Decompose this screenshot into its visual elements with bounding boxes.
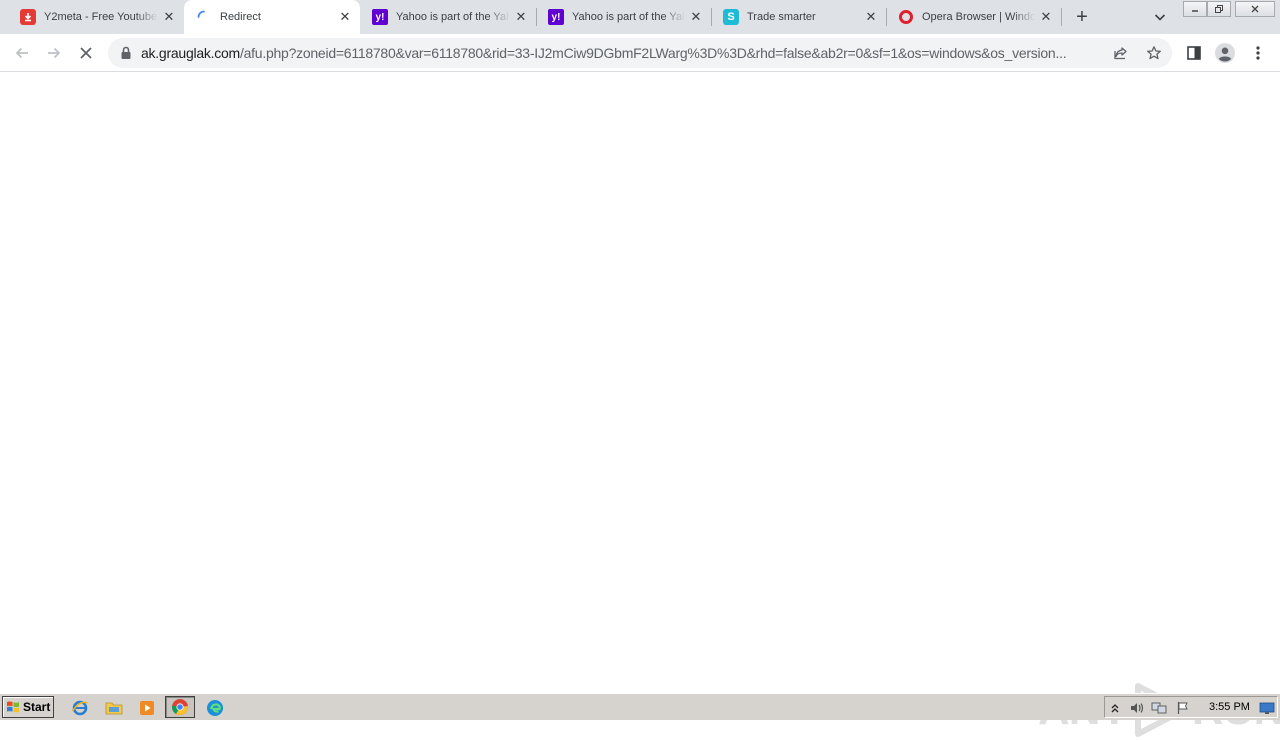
network-icon[interactable] [1151, 700, 1167, 716]
tab-separator [1061, 8, 1062, 26]
url-host: ak.grauglak.com [141, 45, 240, 61]
new-tab-button[interactable]: + [1073, 7, 1091, 27]
folder-icon[interactable] [104, 698, 124, 718]
close-icon[interactable]: ✕ [864, 10, 878, 24]
ie-icon[interactable] [70, 698, 90, 718]
volume-icon[interactable] [1129, 700, 1145, 716]
chrome-icon[interactable] [165, 696, 195, 718]
yahoo-icon: y! [372, 9, 388, 25]
tab-title: Redirect [220, 11, 261, 23]
close-icon[interactable]: ✕ [689, 10, 703, 24]
url-text[interactable]: ak.grauglak.com/afu.php?zoneid=6118780&v… [141, 45, 1067, 61]
close-icon[interactable]: ✕ [162, 10, 176, 24]
more-menu-icon[interactable] [1248, 43, 1268, 63]
tab-trade[interactable]: S Trade smarter ✕ [711, 0, 886, 34]
bookmark-star-icon[interactable] [1146, 45, 1162, 61]
tray-expand-icon[interactable] [1107, 700, 1123, 716]
windows-taskbar: Start 3:55 PM [0, 693, 1280, 720]
share-icon[interactable] [1113, 45, 1129, 61]
tab-yahoo-1[interactable]: y! Yahoo is part of the Yahoo family of … [360, 0, 536, 34]
window-controls [1183, 1, 1277, 17]
restore-icon[interactable] [1207, 1, 1231, 17]
close-icon[interactable]: ✕ [514, 10, 528, 24]
edge-icon[interactable] [205, 698, 225, 718]
media-player-icon[interactable] [137, 698, 157, 718]
close-icon[interactable]: ✕ [1039, 10, 1053, 24]
taskbar-clock[interactable]: 3:55 PM [1209, 701, 1250, 713]
lock-icon[interactable] [120, 46, 132, 60]
trade-icon: S [723, 9, 739, 25]
opera-icon [899, 10, 913, 24]
window-close-icon[interactable] [1235, 1, 1275, 17]
profile-avatar-icon[interactable] [1215, 43, 1235, 63]
browser-toolbar: ak.grauglak.com/afu.php?zoneid=6118780&v… [0, 34, 1280, 72]
yahoo-icon: y! [548, 9, 564, 25]
tab-opera[interactable]: Opera Browser | Windows ✕ [886, 0, 1061, 34]
close-icon[interactable]: ✕ [338, 10, 352, 24]
tab-title: Yahoo is part of the Yahoo family of bra… [396, 11, 510, 23]
start-label: Start [23, 700, 51, 714]
address-bar[interactable]: ak.grauglak.com/afu.php?zoneid=6118780&v… [108, 38, 1172, 68]
tab-search-chevron-icon[interactable] [1153, 10, 1167, 24]
flag-icon[interactable] [1175, 700, 1191, 716]
show-desktop-icon[interactable] [1259, 700, 1275, 716]
tab-yahoo-2[interactable]: y! Yahoo is part of the Yahoo family of … [536, 0, 711, 34]
loading-spinner-icon [196, 9, 212, 25]
windows-logo-icon [7, 701, 19, 713]
tab-y2meta[interactable]: Y2meta - Free Youtube Downloader ✕ [8, 0, 184, 34]
system-tray: 3:55 PM [1104, 696, 1278, 718]
start-button[interactable]: Start [2, 696, 54, 718]
tab-title: Trade smarter [747, 11, 816, 23]
stop-loading-icon[interactable] [76, 43, 96, 63]
tab-title: Y2meta - Free Youtube Downloader [44, 11, 158, 23]
back-arrow-icon[interactable] [12, 43, 32, 63]
tab-title: Opera Browser | Windows [922, 11, 1035, 23]
forward-arrow-icon[interactable] [44, 43, 64, 63]
page-content: ANY RUN [0, 72, 1280, 737]
side-panel-icon[interactable] [1184, 43, 1204, 63]
tab-redirect[interactable]: Redirect ✕ [184, 0, 360, 34]
tab-title: Yahoo is part of the Yahoo family of bra… [572, 11, 685, 23]
tab-strip: Y2meta - Free Youtube Downloader ✕ Redir… [0, 0, 1280, 34]
download-icon [20, 9, 36, 25]
minimize-icon[interactable] [1183, 1, 1207, 17]
url-path: /afu.php?zoneid=6118780&var=6118780&rid=… [239, 45, 1067, 61]
